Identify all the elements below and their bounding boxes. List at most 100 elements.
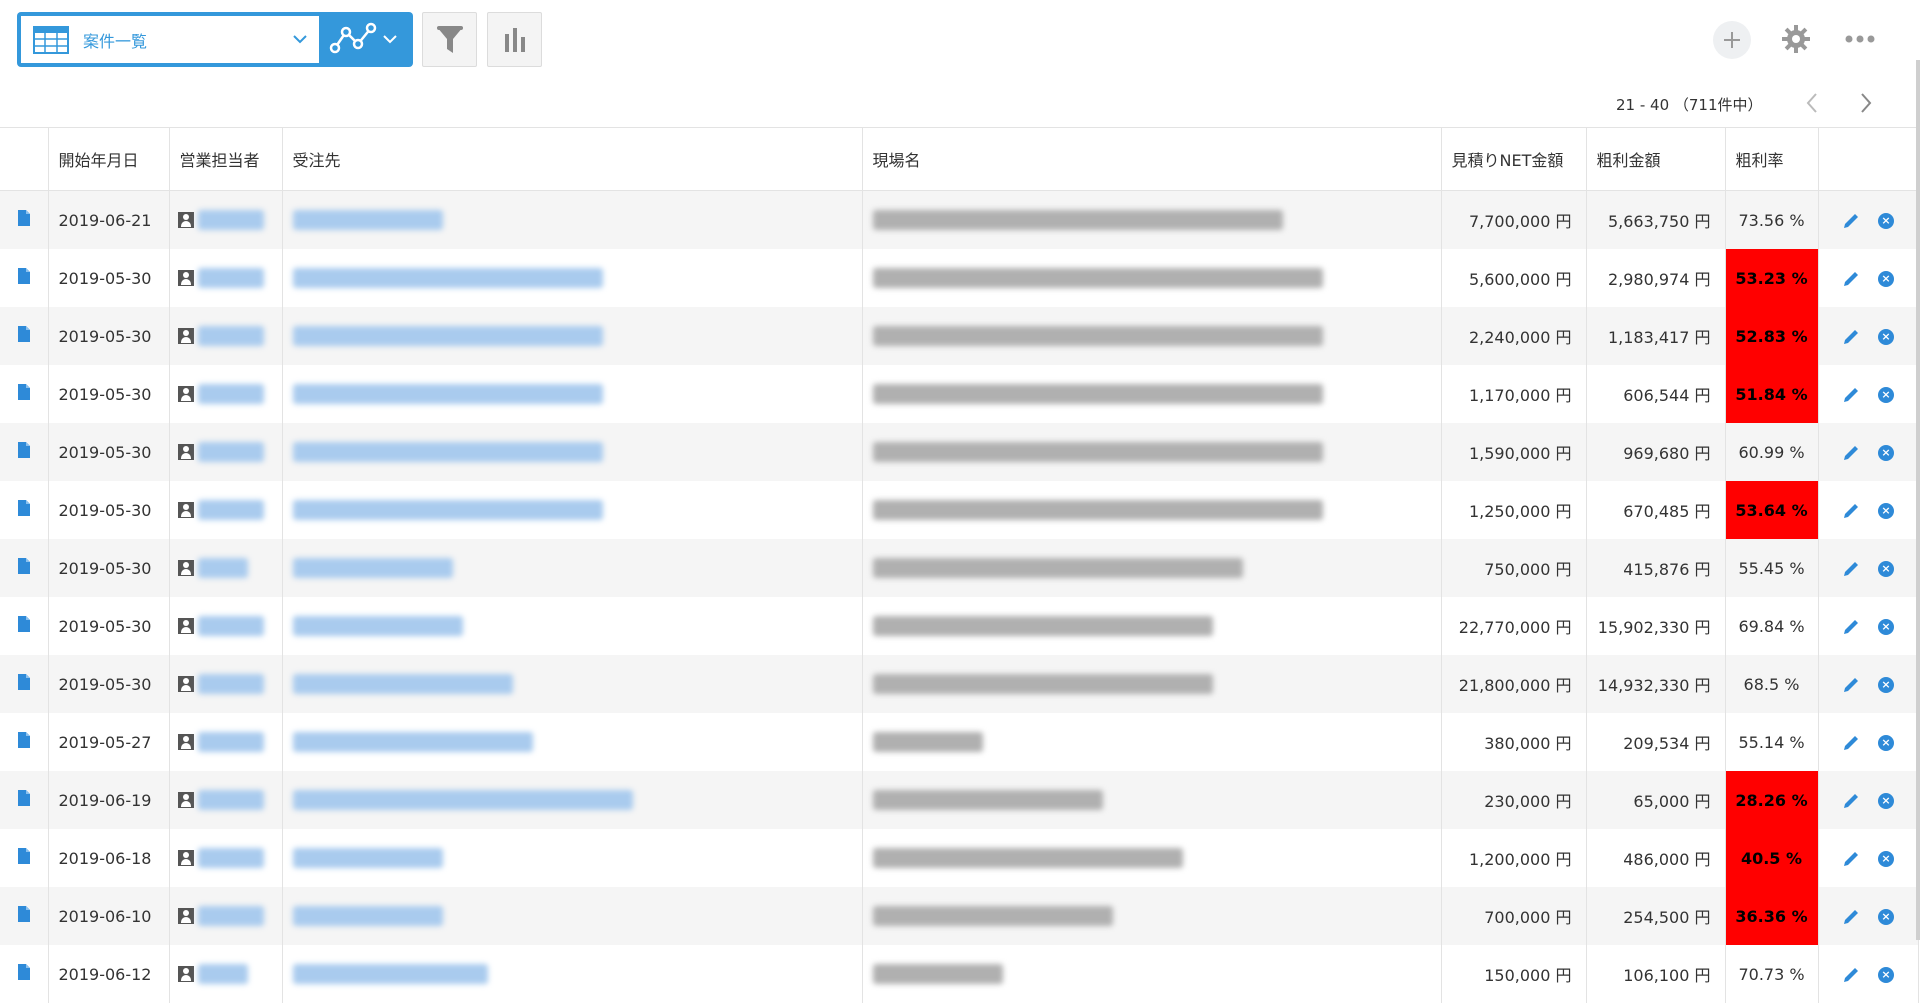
pencil-icon[interactable] [1842,966,1860,984]
redacted-owner[interactable] [197,616,264,637]
redacted-owner[interactable] [197,848,264,869]
redacted-owner[interactable] [197,210,264,231]
redacted-owner[interactable] [197,326,264,347]
gear-icon[interactable] [1781,24,1811,54]
graph-icon[interactable] [329,22,379,56]
pencil-icon[interactable] [1842,444,1860,462]
table-row[interactable]: 2019-05-30 5,600,000 円 2,980,974 円 53.23… [0,249,1919,307]
redacted-owner[interactable] [197,964,248,985]
scrollbar[interactable] [1916,60,1920,940]
pencil-icon[interactable] [1842,676,1860,694]
header-customer[interactable]: 受注先 [282,127,863,191]
chart-button[interactable] [487,12,542,67]
delete-icon[interactable]: × [1878,328,1894,345]
pencil-icon[interactable] [1842,734,1860,752]
view-dropdown[interactable]: 案件一覧 [21,16,319,63]
redacted-customer[interactable] [292,384,603,405]
pencil-icon[interactable] [1842,560,1860,578]
redacted-customer[interactable] [292,558,453,579]
pencil-icon[interactable] [1842,908,1860,926]
table-row[interactable]: 2019-05-30 21,800,000 円 14,932,330 円 68.… [0,655,1919,713]
redacted-owner[interactable] [197,790,264,811]
table-row[interactable]: 2019-05-30 1,590,000 円 969,680 円 60.99 %… [0,423,1919,481]
redacted-customer[interactable] [292,500,603,521]
record-detail-link[interactable] [0,771,49,829]
redacted-owner[interactable] [197,442,264,463]
delete-icon[interactable]: × [1878,966,1894,983]
redacted-owner[interactable] [197,500,264,521]
table-row[interactable]: 2019-05-30 2,240,000 円 1,183,417 円 52.83… [0,307,1919,365]
header-owner[interactable]: 営業担当者 [169,127,283,191]
filter-button[interactable] [422,12,477,67]
record-detail-link[interactable] [0,945,49,1003]
record-detail-link[interactable] [0,307,49,365]
table-row[interactable]: 2019-06-21 7,700,000 円 5,663,750 円 73.56… [0,190,1919,249]
header-rate[interactable]: 粗利率 [1725,127,1819,191]
header-profit[interactable]: 粗利金額 [1586,127,1726,191]
record-detail-link[interactable] [0,829,49,887]
table-row[interactable]: 2019-06-12 150,000 円 106,100 円 70.73 % × [0,945,1919,1003]
table-row[interactable]: 2019-06-10 700,000 円 254,500 円 36.36 % × [0,887,1919,945]
redacted-customer[interactable] [292,906,443,927]
record-detail-link[interactable] [0,481,49,539]
delete-icon[interactable]: × [1878,734,1894,751]
table-row[interactable]: 2019-05-27 380,000 円 209,534 円 55.14 % × [0,713,1919,771]
delete-icon[interactable]: × [1878,618,1894,635]
pencil-icon[interactable] [1842,212,1860,230]
record-detail-link[interactable] [0,190,49,249]
delete-icon[interactable]: × [1878,676,1894,693]
table-row[interactable]: 2019-05-30 750,000 円 415,876 円 55.45 % × [0,539,1919,597]
table-row[interactable]: 2019-05-30 1,170,000 円 606,544 円 51.84 %… [0,365,1919,423]
pencil-icon[interactable] [1842,386,1860,404]
header-start-date[interactable]: 開始年月日 [48,127,170,191]
record-detail-link[interactable] [0,597,49,655]
pencil-icon[interactable] [1842,502,1860,520]
redacted-customer[interactable] [292,732,533,753]
chevron-down-icon[interactable] [381,30,399,48]
table-row[interactable]: 2019-06-18 1,200,000 円 486,000 円 40.5 % … [0,829,1919,887]
record-detail-link[interactable] [0,539,49,597]
pencil-icon[interactable] [1842,618,1860,636]
redacted-customer[interactable] [292,964,488,985]
table-row[interactable]: 2019-05-30 1,250,000 円 670,485 円 53.64 %… [0,481,1919,539]
delete-icon[interactable]: × [1878,386,1894,403]
table-row[interactable]: 2019-06-19 230,000 円 65,000 円 28.26 % × [0,771,1919,829]
header-site[interactable]: 現場名 [862,127,1442,191]
delete-icon[interactable]: × [1878,270,1894,287]
view-selector[interactable]: 案件一覧 [17,12,413,67]
redacted-customer[interactable] [292,326,603,347]
delete-icon[interactable]: × [1878,850,1894,867]
record-detail-link[interactable] [0,249,49,307]
record-detail-link[interactable] [0,655,49,713]
record-detail-link[interactable] [0,423,49,481]
pencil-icon[interactable] [1842,792,1860,810]
redacted-customer[interactable] [292,210,443,231]
add-record-button[interactable] [1713,21,1751,59]
delete-icon[interactable]: × [1878,560,1894,577]
chevron-right-icon[interactable] [1858,92,1874,114]
delete-icon[interactable]: × [1878,792,1894,809]
delete-icon[interactable]: × [1878,502,1894,519]
delete-icon[interactable]: × [1878,212,1894,229]
record-detail-link[interactable] [0,887,49,945]
redacted-owner[interactable] [197,384,264,405]
redacted-owner[interactable] [197,906,264,927]
pencil-icon[interactable] [1842,270,1860,288]
redacted-customer[interactable] [292,848,443,869]
more-options-icon[interactable] [1845,34,1875,44]
record-detail-link[interactable] [0,365,49,423]
table-row[interactable]: 2019-05-30 22,770,000 円 15,902,330 円 69.… [0,597,1919,655]
redacted-customer[interactable] [292,268,603,289]
redacted-customer[interactable] [292,616,463,637]
chevron-left-icon[interactable] [1804,92,1820,114]
redacted-owner[interactable] [197,558,248,579]
redacted-owner[interactable] [197,732,264,753]
redacted-owner[interactable] [197,268,264,289]
redacted-owner[interactable] [197,674,264,695]
redacted-customer[interactable] [292,442,603,463]
delete-icon[interactable]: × [1878,444,1894,461]
redacted-customer[interactable] [292,674,513,695]
redacted-customer[interactable] [292,790,633,811]
record-detail-link[interactable] [0,713,49,771]
pencil-icon[interactable] [1842,328,1860,346]
